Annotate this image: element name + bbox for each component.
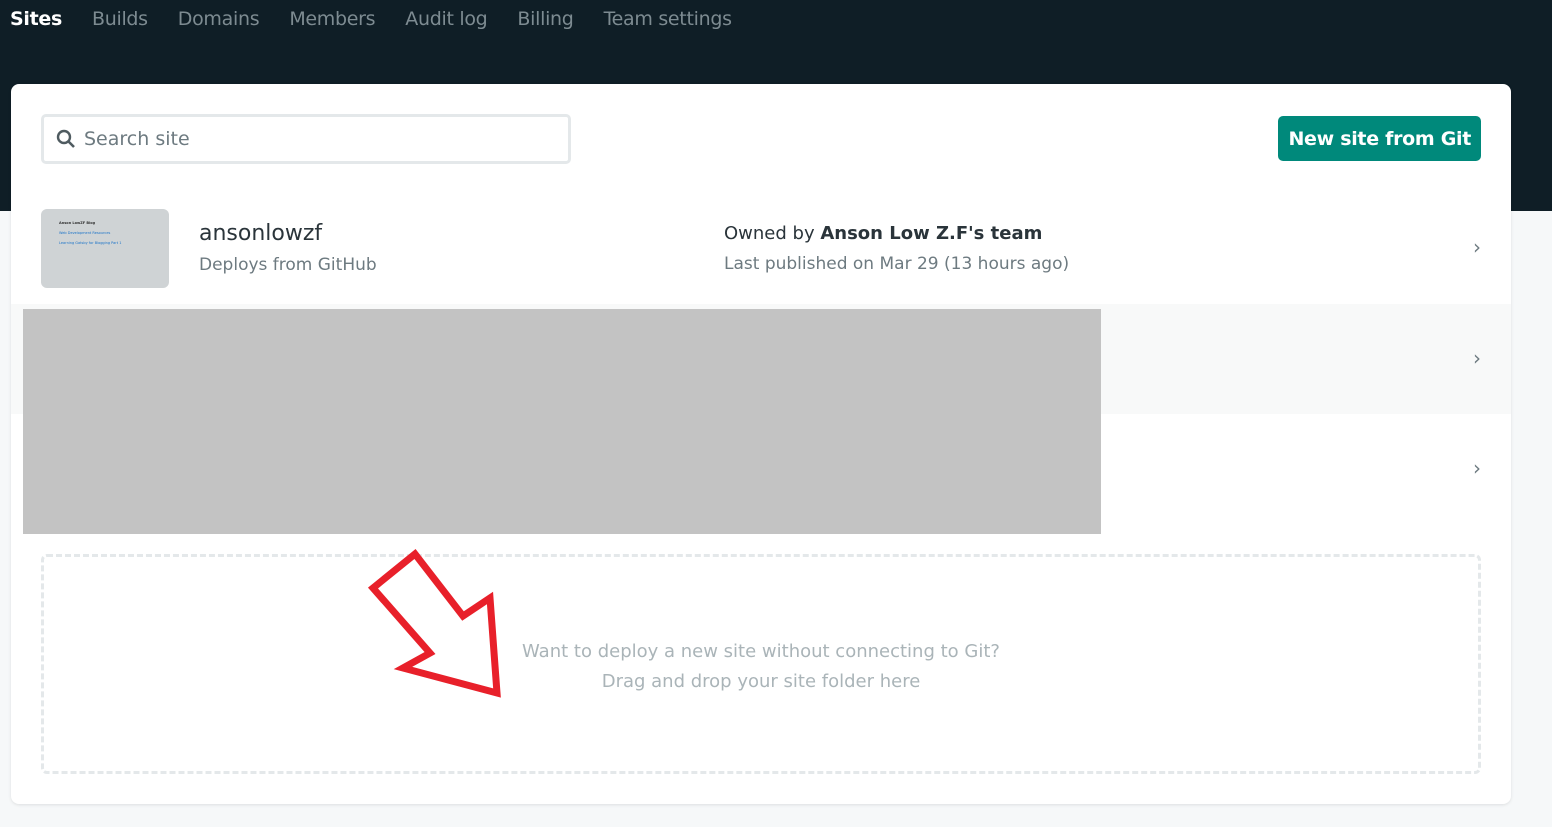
team-nav: Sites Builds Domains Members Audit log B… [10, 8, 762, 30]
chevron-right-icon[interactable]: › [1473, 235, 1481, 259]
nav-domains[interactable]: Domains [178, 8, 260, 30]
nav-billing[interactable]: Billing [517, 8, 573, 30]
nav-sites[interactable]: Sites [10, 8, 62, 30]
redacted-area [23, 309, 1101, 534]
nav-builds[interactable]: Builds [92, 8, 148, 30]
owner-name: Anson Low Z.F's team [820, 223, 1043, 244]
site-source: Deploys from GitHub [199, 255, 377, 275]
nav-team-settings[interactable]: Team settings [604, 8, 732, 30]
new-site-from-git-button[interactable]: New site from Git [1278, 116, 1481, 161]
drag-drop-zone[interactable]: Want to deploy a new site without connec… [41, 554, 1481, 774]
search-placeholder: Search site [84, 128, 190, 150]
owned-prefix: Owned by [724, 223, 815, 244]
search-input[interactable]: Search site [41, 114, 571, 164]
site-row[interactable]: Anson LowZF Blog Web Development Resourc… [11, 203, 1511, 313]
sites-card: Search site New site from Git Anson LowZ… [11, 84, 1511, 804]
site-thumbnail: Anson LowZF Blog Web Development Resourc… [41, 209, 169, 288]
thumb-title: Anson LowZF Blog [59, 221, 96, 225]
search-icon [56, 129, 75, 148]
dropzone-line2: Drag and drop your site folder here [601, 671, 921, 692]
thumb-post: Web Development Resources [59, 231, 111, 235]
nav-audit-log[interactable]: Audit log [405, 8, 487, 30]
annotation-arrow-icon [367, 549, 501, 698]
thumb-post: Learning Gatsby for Blogging Part 1 [59, 241, 122, 245]
site-name[interactable]: ansonlowzf [199, 221, 322, 246]
nav-members[interactable]: Members [289, 8, 375, 30]
chevron-right-icon[interactable]: › [1473, 346, 1481, 370]
chevron-right-icon[interactable]: › [1473, 456, 1481, 480]
dropzone-line1: Want to deploy a new site without connec… [522, 641, 1000, 662]
last-published: Last published on Mar 29 (13 hours ago) [724, 254, 1070, 274]
site-owner: Owned by Anson Low Z.F's team [724, 223, 1042, 244]
